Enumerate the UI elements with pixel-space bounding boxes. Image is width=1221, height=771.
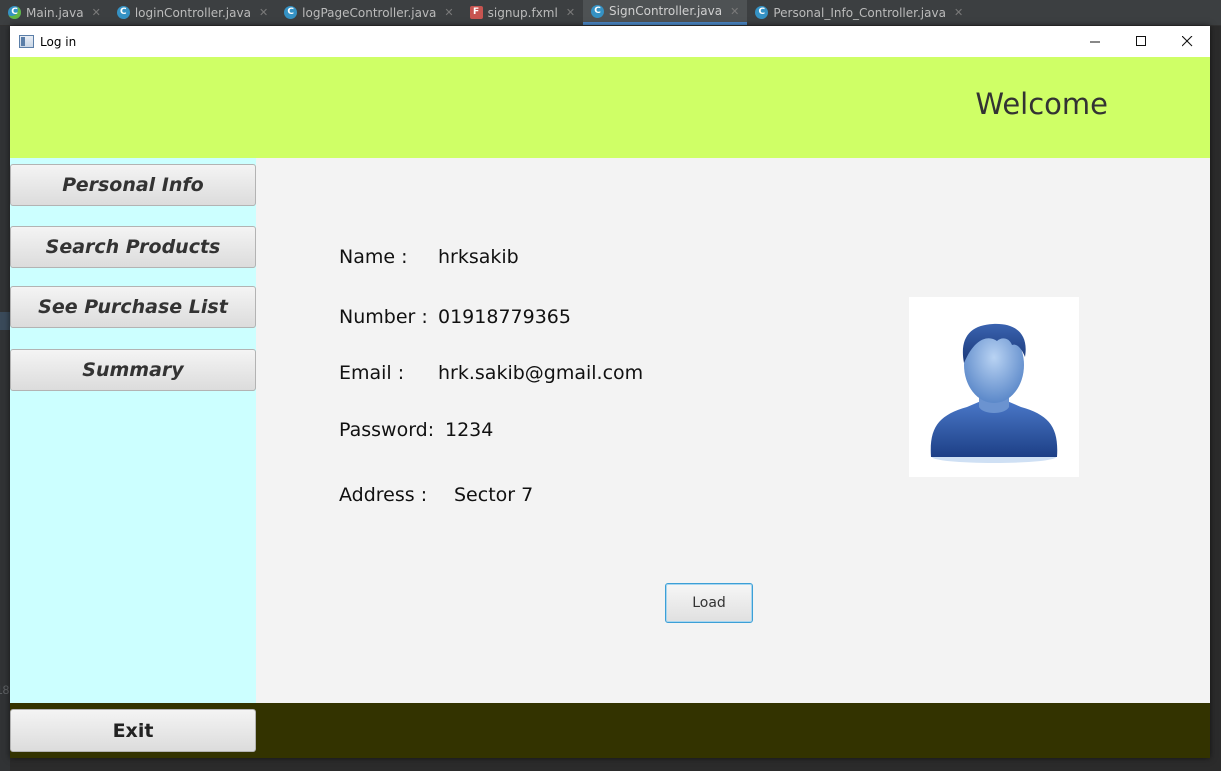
ide-tab-sign-controller[interactable]: C SignController.java ✕ [583,0,748,25]
app-window-icon [19,35,34,48]
ide-tab-logpage-controller[interactable]: C logPageController.java ✕ [276,0,461,25]
sidebar: Personal Info Search Products See Purcha… [10,158,256,703]
java-class-icon: C [116,6,130,19]
ide-tab-signup-fxml[interactable]: F signup.fxml ✕ [462,0,583,25]
close-tab-icon[interactable]: ✕ [566,6,575,19]
name-label: Name : [339,246,408,268]
address-label: Address : [339,484,428,506]
email-label: Email : [339,362,405,384]
close-tab-icon[interactable]: ✕ [92,6,101,19]
close-tab-icon[interactable]: ✕ [444,6,453,19]
see-purchase-list-button[interactable]: See Purchase List [10,286,256,328]
java-class-icon: C [284,6,298,19]
address-value: Sector 7 [454,484,534,506]
footer-bar: Exit [10,703,1210,758]
tab-label: SignController.java [609,4,723,18]
summary-button[interactable]: Summary [10,349,256,391]
java-class-icon: C [8,6,21,19]
java-class-icon: C [755,6,769,19]
close-tab-icon[interactable]: ✕ [259,6,268,19]
tab-label: signup.fxml [487,5,558,20]
ide-tab-login-controller[interactable]: C loginController.java ✕ [109,0,276,25]
java-class-icon: C [591,4,605,18]
user-avatar-icon [930,323,1058,463]
fxml-file-icon: F [469,6,483,19]
close-button[interactable] [1164,26,1210,57]
close-icon [1181,36,1192,47]
minimize-icon [1089,41,1100,43]
maximize-icon [1135,36,1146,46]
password-value: 1234 [445,419,494,441]
email-value: hrk.sakib@gmail.com [438,362,644,384]
personal-info-button[interactable]: Personal Info [10,164,256,206]
window-controls [1072,26,1210,57]
ide-gutter: 18 [0,26,10,771]
line-number: 18 [0,683,10,697]
password-label: Password: [339,419,435,441]
maximize-button[interactable] [1118,26,1164,57]
close-tab-icon[interactable]: ✕ [954,6,963,19]
title-bar[interactable]: Log in [10,26,1210,57]
tab-label: logPageController.java [302,5,437,20]
tab-label: loginController.java [134,5,251,20]
number-label: Number : [339,306,428,328]
ide-tab-main[interactable]: C Main.java ✕ [0,0,109,25]
welcome-header: Welcome [10,57,1210,158]
minimize-button[interactable] [1072,26,1118,57]
personal-info-panel: Name : hrksakib Number : 01918779365 Ema… [256,158,1210,703]
welcome-title: Welcome [975,87,1108,121]
ide-tab-bar: C Main.java ✕ C loginController.java ✕ C… [0,0,1221,26]
ide-tab-personal-info-controller[interactable]: C Personal_Info_Controller.java ✕ [747,0,971,25]
tab-label: Personal_Info_Controller.java [773,5,946,20]
login-window: Log in Welcome Personal Info Search Prod… [10,26,1210,758]
load-button[interactable]: Load [665,583,753,623]
window-title: Log in [40,34,77,49]
gutter-highlight [0,312,10,330]
number-value: 01918779365 [438,306,571,328]
exit-button[interactable]: Exit [10,709,256,752]
search-products-button[interactable]: Search Products [10,226,256,268]
close-tab-icon[interactable]: ✕ [730,5,739,18]
tab-label: Main.java [26,5,84,20]
avatar [909,297,1079,477]
name-value: hrksakib [438,246,519,268]
